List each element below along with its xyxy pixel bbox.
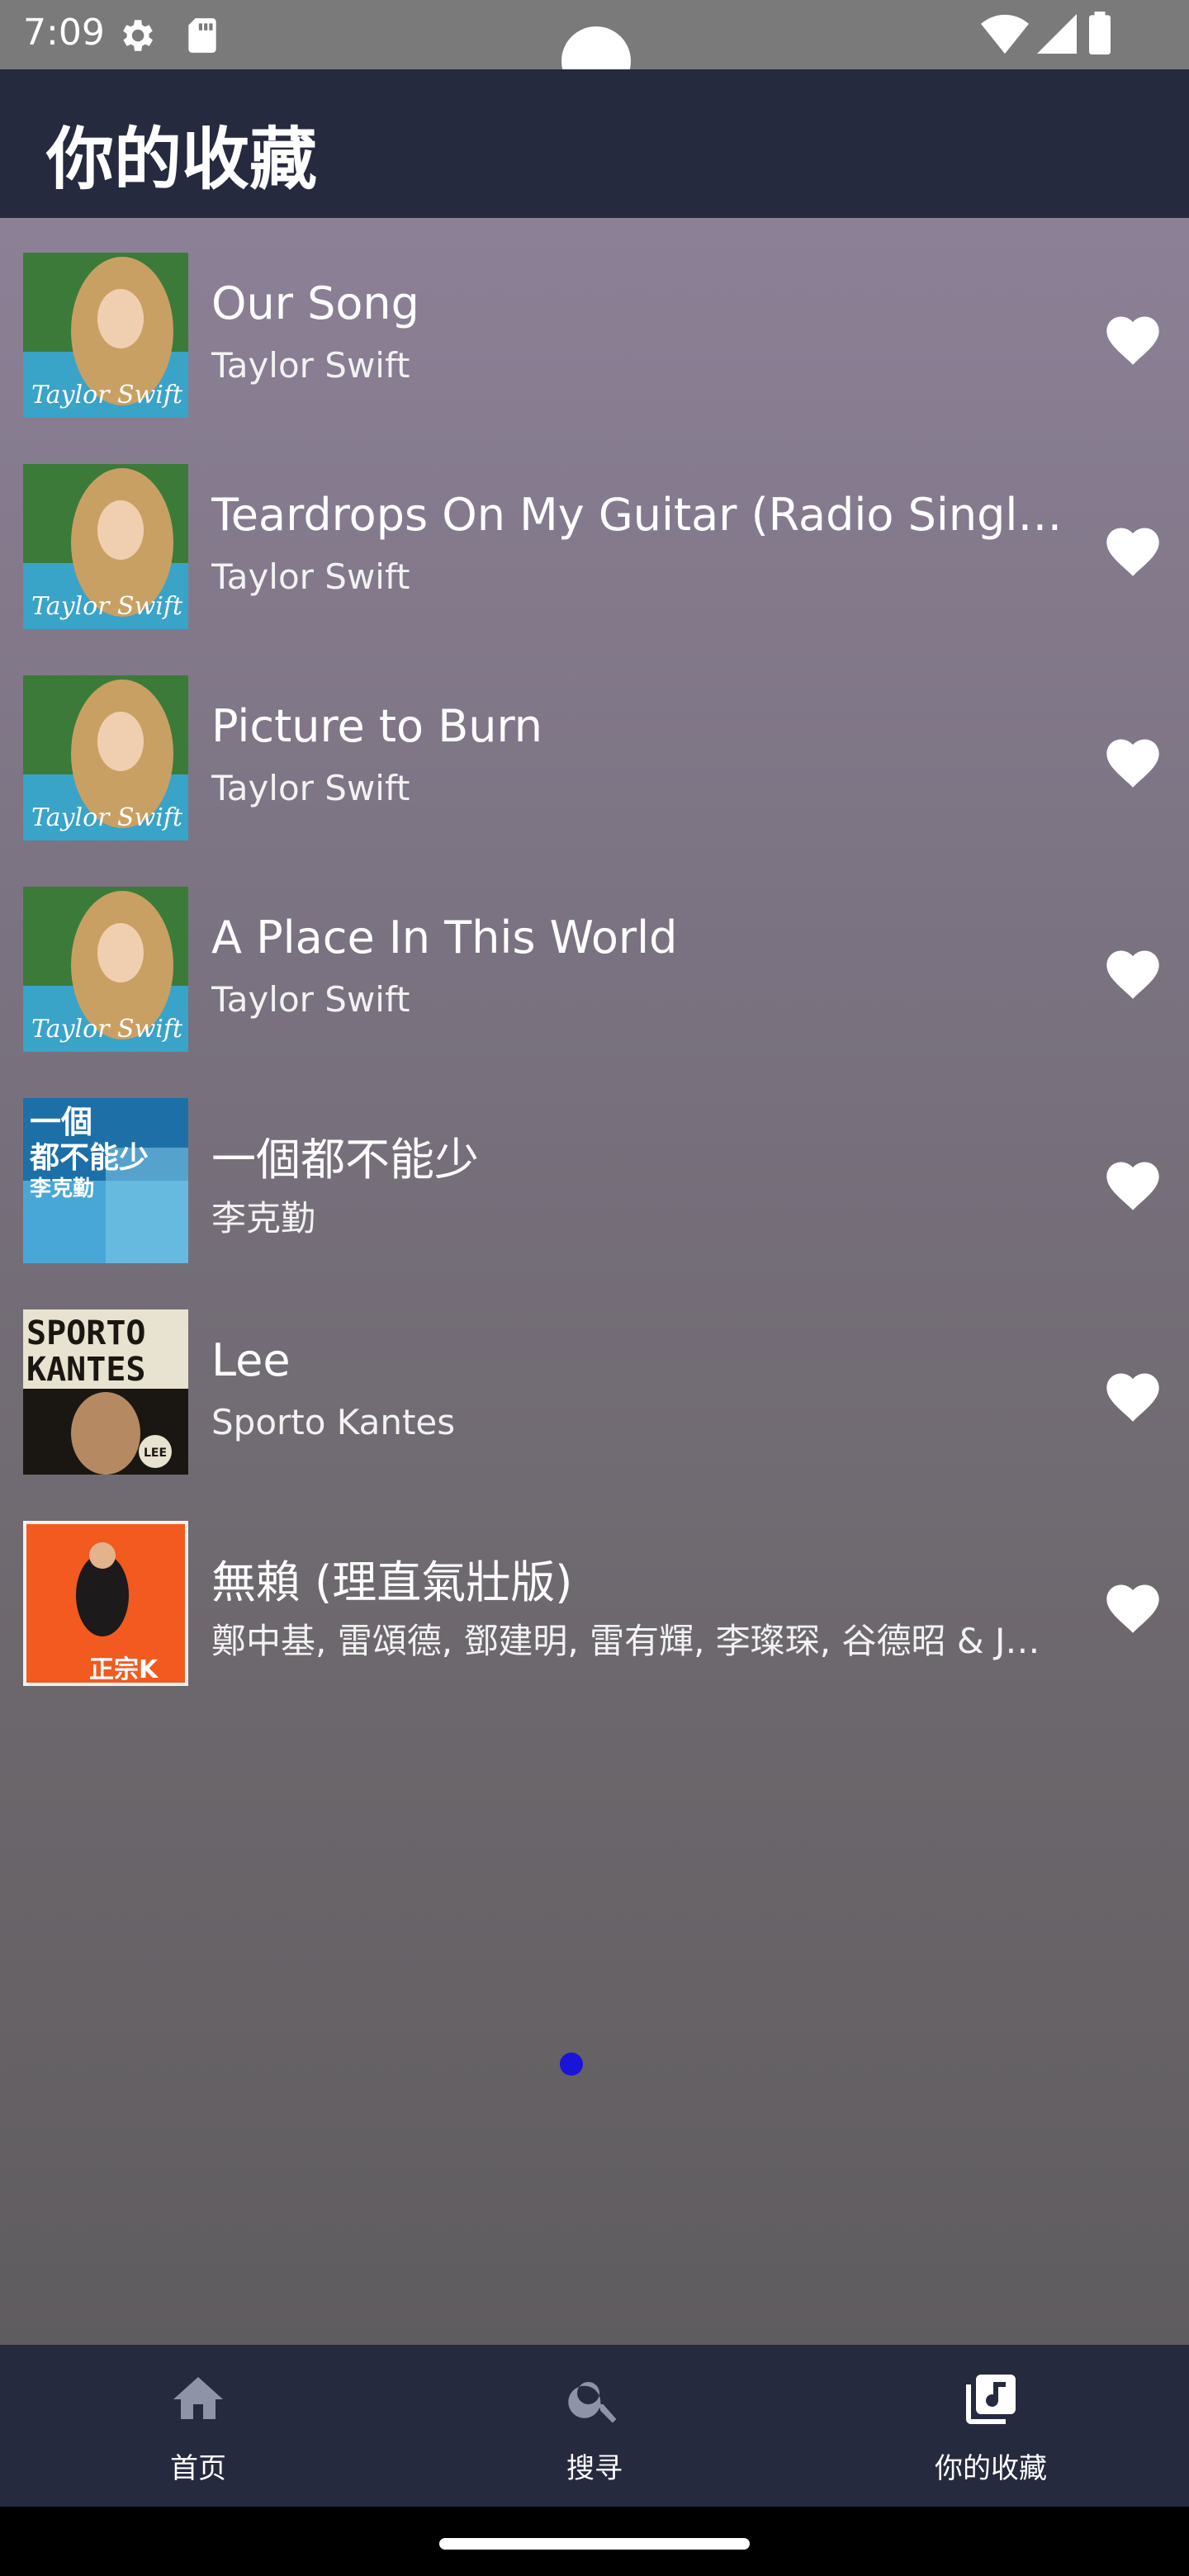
song-title: Our Song [211,277,419,329]
song-artist: 鄭中基, 雷頌德, 鄧建明, 雷有輝, 李璨琛, 谷德昭 & Jan Lamb [211,1621,1045,1661]
app-bar: 你的收藏 [0,69,1189,218]
song-title: Teardrops On My Guitar (Radio Single Rem… [211,489,1078,541]
library-music-icon [966,2375,1016,2424]
svg-text:Taylor Swift: Taylor Swift [31,1015,183,1044]
list-item[interactable]: Taylor Swift Picture to Burn Taylor Swif… [0,641,1189,852]
cover-text: 李克勤 [29,1177,94,1201]
cover-text: 都不能少 [29,1141,149,1175]
heart-icon[interactable] [1101,1154,1164,1217]
nav-item-home[interactable]: 首页 [0,2345,396,2507]
favorites-list: Taylor Swift Our Song Taylor Swift Taylo… [0,218,1189,2345]
status-time: 7:09 [23,12,105,54]
song-artist: Taylor Swift [211,345,410,386]
song-artist: Taylor Swift [211,556,410,597]
svg-text:Taylor Swift: Taylor Swift [31,381,183,410]
cover-text: LEE [144,1447,167,1460]
nav-item-search[interactable]: 搜寻 [396,2345,793,2507]
heart-icon[interactable] [1101,309,1164,372]
album-cover: Taylor Swift [23,675,188,841]
song-title: 無賴 (理直氣壯版) [211,1556,573,1608]
list-item[interactable]: 一個 都不能少 李克勤 一個都不能少 李克勤 [0,1063,1189,1275]
bottom-navigation: 首页 搜寻 你的收藏 [0,2345,1189,2507]
nav-label: 首页 [170,2452,226,2485]
sd-card-icon [188,18,216,53]
status-bar: 7:09 [0,0,1189,96]
cover-text: KANTES [26,1351,146,1389]
song-title: A Place In This World [211,912,678,964]
gear-icon [123,20,153,51]
album-cover: Taylor Swift [23,887,188,1052]
album-cover: Taylor Swift [23,464,188,629]
cover-text: 一個 [30,1104,92,1140]
home-gesture-handle[interactable] [439,2538,750,2550]
search-icon [568,2382,617,2423]
song-title: Lee [211,1334,291,1386]
song-artist: 李克勤 [211,1198,316,1238]
cover-text: SPORTO [26,1314,146,1352]
signal-icon [1037,14,1077,54]
list-item[interactable]: Taylor Swift Teardrops On My Guitar (Rad… [0,429,1189,641]
album-cover: 一個 都不能少 李克勤 [23,1098,188,1263]
list-item[interactable]: Taylor Swift Our Song Taylor Swift [0,218,1189,429]
heart-icon[interactable] [1101,1577,1164,1640]
list-item[interactable]: Taylor Swift A Place In This World Taylo… [0,852,1189,1063]
song-title: Picture to Burn [211,700,542,752]
song-artist: Taylor Swift [211,768,410,808]
nav-item-library[interactable]: 你的收藏 [793,2345,1189,2507]
heart-icon[interactable] [1101,943,1164,1006]
battery-icon [1089,12,1111,54]
gesture-bar [0,2507,1189,2576]
list-item[interactable]: SPORTO KANTES LEE Lee Sporto Kantes [0,1275,1189,1486]
album-cover: SPORTO KANTES LEE [23,1309,188,1475]
heart-icon[interactable] [1101,1366,1164,1428]
cover-text: 正宗K [89,1655,159,1684]
list-item[interactable]: 正宗K 無賴 (理直氣壯版) 鄭中基, 雷頌德, 鄧建明, 雷有輝, 李璨琛, … [0,1486,1189,1698]
song-artist: Taylor Swift [211,979,410,1020]
nav-label: 搜寻 [566,2452,623,2485]
page-indicator-dot [560,2053,583,2076]
album-cover: Taylor Swift [23,253,188,418]
svg-text:Taylor Swift: Taylor Swift [31,592,183,621]
svg-text:Taylor Swift: Taylor Swift [31,803,183,832]
song-artist: Sporto Kantes [211,1402,456,1442]
nav-label: 你的收藏 [935,2452,1047,2485]
home-icon [173,2377,223,2419]
heart-icon[interactable] [1101,520,1164,583]
heart-icon[interactable] [1101,732,1164,794]
wifi-icon [981,14,1029,54]
album-cover: 正宗K [23,1521,188,1686]
song-title: 一個都不能少 [211,1134,479,1186]
page-title: 你的收藏 [46,121,318,199]
